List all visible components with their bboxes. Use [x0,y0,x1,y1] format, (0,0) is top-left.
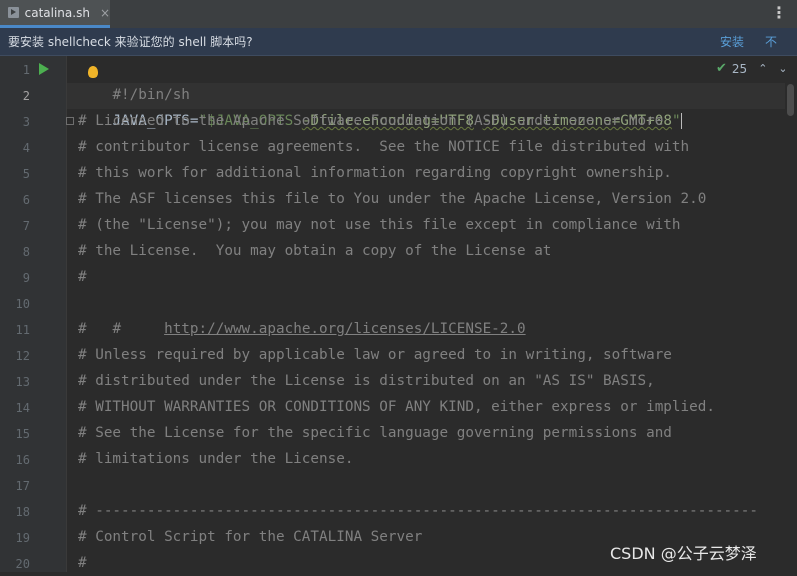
close-icon[interactable]: × [100,6,110,20]
scrollbar-thumb[interactable] [787,84,794,116]
code-line-10: # http://www.apache.org/licenses/LICENSE… [112,321,526,337]
line-number: 9 [22,271,30,285]
line-number: 7 [22,219,30,233]
code-line-2: JAVA_OPTS="$JAVA_OPTS -Dfile.encoding=UT… [112,113,682,129]
code-line-16: # limitations under the License. [78,451,354,467]
vertical-scrollbar[interactable] [785,56,797,572]
line-number: 3 [22,115,30,129]
code-line-19: # Control Script for the CATALINA Server [78,529,423,545]
tab-label: catalina.sh [24,5,90,20]
install-link[interactable]: 安装 [720,33,744,50]
code-line-6: # The ASF licenses this file to You unde… [78,191,707,207]
line-number: 5 [22,167,30,181]
dismiss-link[interactable]: 不 [765,33,777,50]
code-line-14: # WITHOUT WARRANTIES OR CONDITIONS OF AN… [78,399,715,415]
line-number: 1 [22,63,30,77]
code-line-15: # See the License for the specific langu… [78,425,672,441]
banner-message: 要安装 shellcheck 来验证您的 shell 脚本吗? [8,35,253,49]
code-line-13: # distributed under the License is distr… [78,373,655,389]
code-line-4: # contributor license agreements. See th… [78,139,690,155]
code-editor[interactable]: #!/bin/sh JAVA_OPTS="$JAVA_OPTS -Dfile.e… [78,56,784,572]
code-line-8: # the License. You may obtain a copy of … [78,243,552,259]
inspection-widget[interactable]: ✔ 25 ⌃ ⌄ [716,61,788,76]
line-number: 6 [22,193,30,207]
line-number: 2 [22,89,30,103]
code-line-9: # [78,269,87,285]
run-icon[interactable] [39,63,49,75]
line-number: 17 [15,479,30,493]
code-line-18: # --------------------------------------… [78,503,758,519]
line-number: 14 [15,401,30,415]
line-number: 20 [15,557,30,571]
line-number: 4 [22,141,30,155]
csdn-watermark: CSDN @公子云梦泽 [610,544,757,563]
shell-file-icon [8,7,19,18]
code-line-20: # [78,555,87,571]
code-line-7: # (the "License"); you may not use this … [78,217,681,233]
lightbulb-icon[interactable] [88,66,98,78]
text-caret [680,113,682,129]
code-line-12: # Unless required by applicable law or a… [78,347,672,363]
line-number: 18 [15,505,30,519]
chevron-up-icon[interactable]: ⌃ [758,62,767,75]
line-number: 8 [22,245,30,259]
code-line-3: # Licensed to the Apache Software Founda… [78,113,664,129]
line-number: 15 [15,427,30,441]
license-url-link[interactable]: http://www.apache.org/licenses/LICENSE-2… [164,321,526,337]
tab-catalina-sh[interactable]: catalina.sh × [0,0,110,28]
line-number: 10 [15,297,30,311]
code-line-5: # this work for additional information r… [78,165,672,181]
line-gutter: 1 2 3 4 5 6 7 8 9 10 11 12 13 14 15 16 17 18 19 20 [0,56,67,572]
tab-bar: catalina.sh × ⋮ [0,0,797,29]
line-number: 16 [15,453,30,467]
line-number: 13 [15,375,30,389]
check-icon: ✔ [716,61,727,76]
code-line-11: # [78,321,87,337]
more-options-icon[interactable]: ⋮ [771,4,787,22]
inspection-count: 25 [731,61,748,76]
line-number: 11 [15,323,30,337]
line-number: 12 [15,349,30,363]
line-number: 19 [15,531,30,545]
shellcheck-banner: 要安装 shellcheck 来验证您的 shell 脚本吗? 安装 不 [0,28,797,56]
fold-icon[interactable] [66,117,74,125]
